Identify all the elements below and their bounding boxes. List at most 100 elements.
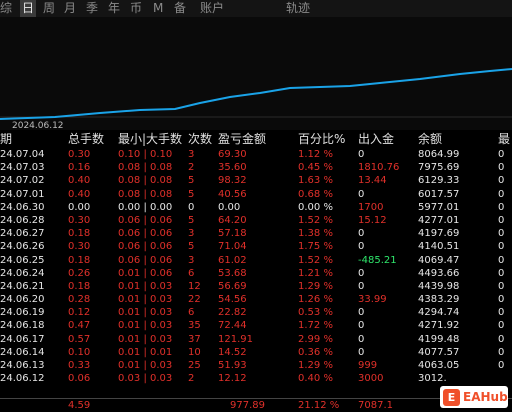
cell-count: 2 — [188, 373, 195, 385]
cell-pct: 1.75 % — [298, 241, 333, 253]
cell-pct: 1.21 % — [298, 267, 333, 279]
total-lots: 4.59 — [68, 400, 91, 411]
cell-pct: 1.38 % — [298, 228, 333, 240]
tab-9[interactable]: 账户 — [200, 0, 224, 17]
cell-pct: 1.29 % — [298, 360, 333, 371]
cell-balance: 4493.66 — [418, 267, 460, 279]
cell-balance: 4383.29 — [418, 294, 460, 306]
cell-flow: 999 — [358, 360, 378, 371]
cell-date: 24.06.24 — [0, 267, 45, 279]
table-row[interactable]: 24.06.21 0.18 0.01 | 0.03 12 56.69 1.29 % 0 443… — [0, 280, 512, 293]
cell-date: 24.06.27 — [0, 228, 45, 240]
column-header-7[interactable]: 余额 — [418, 131, 442, 148]
cell-minmax: 0.01 | 0.01 — [118, 346, 173, 358]
cell-pnl: 69.30 — [218, 149, 247, 160]
total-flow: 7087.1 — [358, 400, 393, 411]
cell-flow: 0 — [358, 149, 365, 160]
cell-lots: 0.10 — [68, 346, 91, 358]
cell-pnl: 14.52 — [218, 346, 247, 358]
cell-pct: 0.40 % — [298, 373, 333, 385]
cell-lots: 0.30 — [68, 241, 91, 253]
tab-4[interactable]: 季 — [86, 0, 98, 17]
cell-last: 0 — [498, 149, 505, 160]
column-header-6[interactable]: 出入金 — [358, 131, 394, 148]
table-row[interactable]: 24.06.18 0.47 0.01 | 0.03 35 72.44 1.72 % 0 427… — [0, 319, 512, 332]
tab-6[interactable]: 币 — [130, 0, 142, 17]
tab-10[interactable]: 轨迹 — [286, 0, 310, 17]
cell-pnl: 121.91 — [218, 333, 253, 345]
cell-lots: 0.40 — [68, 188, 91, 200]
table-row[interactable]: 24.06.28 0.30 0.06 | 0.06 5 64.20 1.52 % 15.12… — [0, 214, 512, 227]
table-row[interactable]: 24.06.12 0.06 0.03 | 0.03 2 12.12 0.40 % 3000 3… — [0, 372, 512, 385]
cell-last: 0 — [498, 254, 505, 266]
cell-balance: 4077.57 — [418, 346, 460, 358]
cell-count: 6 — [188, 307, 195, 319]
table-row[interactable]: 24.06.20 0.28 0.01 | 0.03 22 54.56 1.26 % 33.9… — [0, 293, 512, 306]
table-row[interactable]: 24.06.25 0.18 0.06 | 0.06 3 61.02 1.52 % -485.… — [0, 254, 512, 267]
cell-flow: 15.12 — [358, 214, 387, 226]
table-row[interactable]: 24.07.02 0.40 0.08 | 0.08 5 98.32 1.63 % 13.44… — [0, 174, 512, 187]
cell-date: 24.06.25 — [0, 254, 45, 266]
column-header-4[interactable]: 盈亏金额 — [218, 131, 266, 148]
table-row[interactable]: 24.07.01 0.40 0.08 | 0.08 5 40.56 0.68 % 0 6017… — [0, 188, 512, 201]
cell-count: 3 — [188, 254, 195, 266]
cell-date: 24.06.17 — [0, 333, 45, 345]
cell-lots: 0.00 — [68, 201, 91, 213]
column-header-2[interactable]: 最小|大手数 — [118, 131, 182, 148]
table-row[interactable]: 24.06.27 0.18 0.06 | 0.06 3 57.18 1.38 % 0 4197… — [0, 227, 512, 240]
cell-count: 3 — [188, 149, 195, 160]
cell-balance: 3012. — [418, 373, 447, 385]
total-pnl: 977.89 — [230, 400, 265, 411]
table-row[interactable]: 24.06.14 0.10 0.01 | 0.01 10 14.52 0.36 % 0 407… — [0, 346, 512, 359]
table-row[interactable]: 24.06.24 0.26 0.01 | 0.06 6 53.68 1.21 % 0 4493… — [0, 267, 512, 280]
column-header-3[interactable]: 次数 — [188, 131, 212, 148]
column-header-1[interactable]: 总手数 — [68, 131, 104, 148]
table-row[interactable]: 24.07.03 0.16 0.08 | 0.08 2 35.60 0.45 % 1810.… — [0, 161, 512, 174]
table-row[interactable]: 24.06.17 0.57 0.01 | 0.03 37 121.91 2.99 % 0 41… — [0, 333, 512, 346]
cell-pnl: 35.60 — [218, 162, 247, 174]
cell-date: 24.06.28 — [0, 214, 45, 226]
cell-flow: -485.21 — [358, 254, 397, 266]
table-row[interactable]: 24.06.26 0.30 0.06 | 0.06 5 71.04 1.75 % 0 4140… — [0, 240, 512, 253]
cell-last: 0 — [498, 320, 505, 332]
table-row[interactable]: 24.06.13 0.33 0.01 | 0.03 25 51.93 1.29 % 999 4… — [0, 359, 512, 372]
table-row[interactable]: 24.07.04 0.30 0.10 | 0.10 3 69.30 1.12 % 0 8064… — [0, 148, 512, 161]
tab-1[interactable]: 日 — [20, 0, 37, 17]
cell-pct: 2.99 % — [298, 333, 333, 345]
cell-date: 24.06.26 — [0, 241, 45, 253]
cell-flow: 13.44 — [358, 175, 387, 187]
cell-pct: 1.52 % — [298, 254, 333, 266]
tab-5[interactable]: 年 — [108, 0, 120, 17]
cell-flow: 3000 — [358, 373, 384, 385]
cell-minmax: 0.01 | 0.03 — [118, 320, 173, 332]
column-header-8[interactable]: 最 — [498, 131, 510, 148]
cell-count: 5 — [188, 175, 195, 187]
cell-pct: 1.29 % — [298, 280, 333, 292]
cell-minmax: 0.06 | 0.06 — [118, 254, 173, 266]
cell-minmax: 0.01 | 0.03 — [118, 280, 173, 292]
cell-pnl: 71.04 — [218, 241, 247, 253]
tab-7[interactable]: M — [153, 0, 163, 17]
column-header-0[interactable]: 期 — [0, 131, 12, 148]
tab-8[interactable]: 备 — [174, 0, 186, 17]
tab-3[interactable]: 月 — [64, 0, 76, 17]
cell-date: 24.06.30 — [0, 201, 45, 213]
cell-count: 5 — [188, 241, 195, 253]
cell-last: 0 — [498, 333, 505, 345]
cell-pnl: 57.18 — [218, 228, 247, 240]
table-total-row: 4.59 977.89 21.12 % 7087.1 — [0, 398, 512, 412]
cell-pct: 0.00 % — [298, 201, 333, 213]
cell-lots: 0.30 — [68, 149, 91, 160]
cell-minmax: 0.01 | 0.03 — [118, 294, 173, 306]
column-header-5[interactable]: 百分比% — [298, 131, 345, 148]
table-row[interactable]: 24.06.19 0.12 0.01 | 0.03 6 22.82 0.53 % 0 4294… — [0, 306, 512, 319]
cell-balance: 5977.01 — [418, 201, 460, 213]
cell-count: 12 — [188, 280, 201, 292]
cell-pct: 1.26 % — [298, 294, 333, 306]
table-row[interactable]: 24.06.30 0.00 0.00 | 0.00 0 0.00 0.00 % 1700 59… — [0, 201, 512, 214]
eahub-logo-icon: E — [443, 388, 460, 406]
tab-0[interactable]: 综 — [0, 0, 12, 17]
cell-last: 0 — [498, 188, 505, 200]
balance-curve-chart: 2024.06.12 — [0, 17, 512, 130]
tab-2[interactable]: 周 — [43, 0, 55, 17]
